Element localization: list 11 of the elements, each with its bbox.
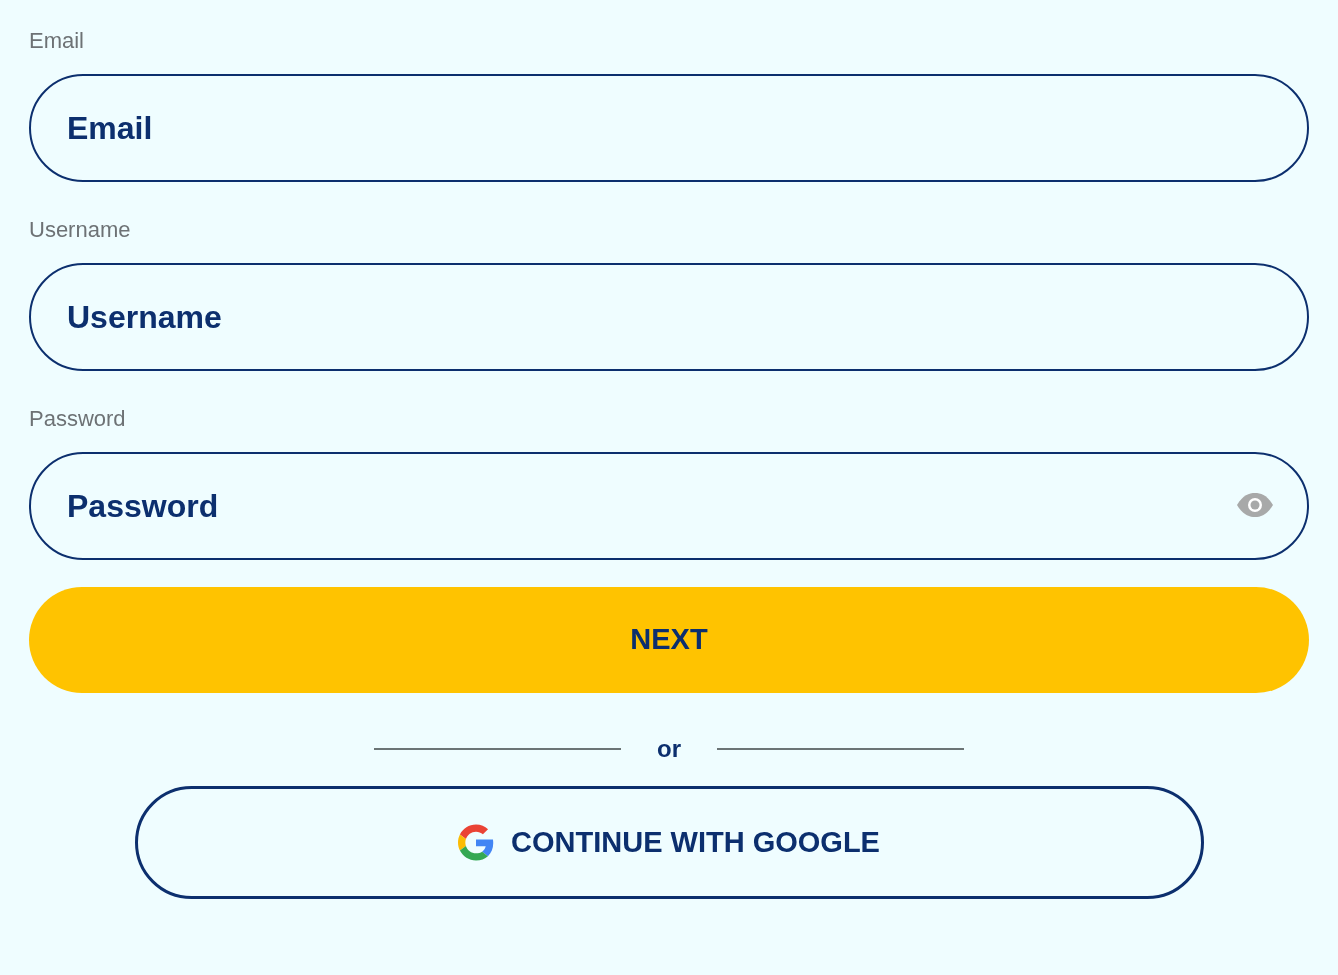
field-label: Password [29, 406, 126, 432]
google-g-icon [458, 824, 495, 861]
field-label: Username [29, 217, 131, 243]
password-field[interactable]: Password [29, 452, 1309, 560]
input-field[interactable]: Email [29, 74, 1309, 182]
field-label: Email [29, 28, 84, 54]
next-button[interactable]: NEXT [29, 587, 1309, 693]
input-field[interactable]: Username [29, 263, 1309, 371]
google-sign-in-button[interactable]: CONTINUE WITH GOOGLE [134, 786, 1204, 899]
divider-label: or [657, 734, 681, 764]
eye-icon[interactable] [1237, 493, 1273, 517]
